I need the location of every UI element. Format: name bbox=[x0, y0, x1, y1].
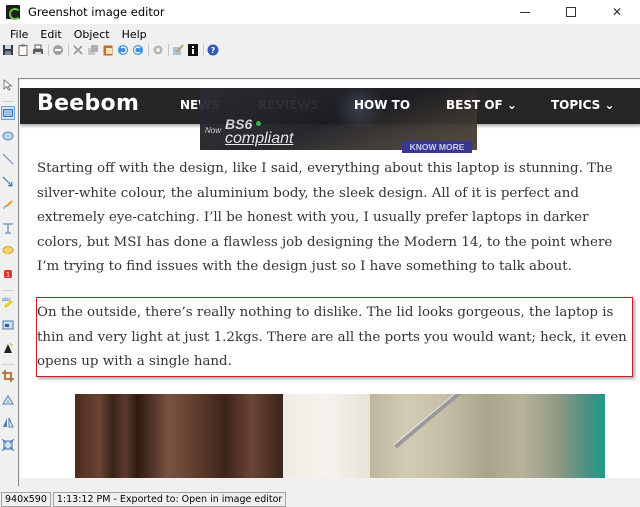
nav-how-to: HOW TO bbox=[354, 98, 411, 112]
redo-icon[interactable] bbox=[132, 44, 144, 56]
menu-edit[interactable]: Edit bbox=[34, 28, 67, 41]
greenshot-logo-icon bbox=[6, 5, 21, 20]
photo-wooden-door bbox=[75, 394, 283, 478]
toolbar-separator bbox=[48, 44, 49, 56]
toolbar-separator bbox=[148, 44, 149, 56]
menu-object[interactable]: Object bbox=[68, 28, 116, 41]
ad-now-text: Now bbox=[205, 126, 222, 135]
greenshot-window: Greenshot image editor ✕ File Edit Objec… bbox=[0, 0, 640, 507]
help-icon[interactable]: ? bbox=[207, 44, 219, 56]
image-canvas[interactable]: Beebom NEWS REVIEWS Now BS6 compliant KN… bbox=[20, 80, 640, 478]
cursor-icon[interactable] bbox=[2, 79, 14, 91]
counter-icon[interactable]: 1 bbox=[2, 268, 14, 280]
line-icon[interactable] bbox=[2, 153, 14, 165]
canvas-bottom-gutter bbox=[20, 478, 640, 486]
menu-bar: File Edit Object Help bbox=[0, 26, 153, 42]
site-nav-overlay: HOW TO BEST OF ⌄ TOPICS ⌄ bbox=[20, 88, 640, 124]
minimize-icon bbox=[520, 11, 530, 13]
maximize-icon bbox=[566, 7, 576, 17]
tool-separator bbox=[2, 101, 14, 102]
status-message: 1:13:12 PM - Exported to: Open in image … bbox=[52, 491, 287, 507]
red-rectangle-annotation[interactable] bbox=[36, 297, 633, 377]
tool-separator bbox=[2, 364, 14, 365]
ad-subline: compliant bbox=[225, 130, 294, 147]
highlight-icon[interactable]: abc bbox=[2, 296, 14, 309]
title-bar: Greenshot image editor ✕ bbox=[0, 0, 640, 24]
text-icon[interactable] bbox=[2, 222, 14, 234]
rotate-icon[interactable] bbox=[2, 393, 14, 405]
main-toolbar: ? bbox=[0, 42, 222, 58]
maximize-button[interactable] bbox=[548, 0, 594, 24]
drawing-tools: 1 abc bbox=[0, 76, 16, 459]
image-dimensions: 940x590 bbox=[1, 491, 51, 507]
clipboard-icon[interactable] bbox=[17, 44, 29, 56]
ad-know-more-button: KNOW MORE bbox=[402, 141, 472, 153]
obfuscate-icon[interactable] bbox=[2, 319, 14, 331]
print-icon[interactable] bbox=[32, 44, 44, 56]
info-icon[interactable] bbox=[187, 44, 199, 56]
crop-icon[interactable] bbox=[2, 370, 14, 382]
effects-icon[interactable] bbox=[2, 342, 14, 354]
delete-icon[interactable] bbox=[52, 44, 64, 56]
arrow-icon[interactable] bbox=[2, 176, 14, 188]
resize-icon[interactable] bbox=[1, 438, 15, 452]
speech-bubble-icon[interactable] bbox=[2, 245, 14, 257]
close-icon: ✕ bbox=[611, 5, 623, 19]
nav-best-of: BEST OF ⌄ bbox=[446, 98, 517, 112]
close-button[interactable]: ✕ bbox=[594, 0, 640, 24]
settings-icon[interactable] bbox=[152, 44, 164, 56]
cut-icon[interactable] bbox=[72, 44, 84, 56]
freehand-icon[interactable] bbox=[2, 199, 14, 211]
menu-file[interactable]: File bbox=[4, 28, 34, 41]
undo-icon[interactable] bbox=[117, 44, 129, 56]
toolbar-separator bbox=[203, 44, 204, 56]
menu-help[interactable]: Help bbox=[116, 28, 153, 41]
nav-topics: TOPICS ⌄ bbox=[551, 98, 615, 112]
svg-text:1: 1 bbox=[6, 272, 10, 279]
svg-text:?: ? bbox=[211, 46, 216, 55]
ellipse-icon[interactable] bbox=[2, 130, 14, 142]
flip-icon[interactable] bbox=[2, 416, 14, 428]
toolbar-separator bbox=[68, 44, 69, 56]
save-icon[interactable] bbox=[2, 44, 14, 56]
toolbar-separator bbox=[168, 44, 169, 56]
tool-separator bbox=[2, 290, 14, 291]
paint-icon[interactable] bbox=[172, 44, 184, 56]
minimize-button[interactable] bbox=[502, 0, 548, 24]
canvas-viewport[interactable]: Beebom NEWS REVIEWS Now BS6 compliant KN… bbox=[18, 78, 640, 486]
status-bar: 940x590 1:13:12 PM - Exported to: Open i… bbox=[0, 491, 640, 507]
copy-icon[interactable] bbox=[87, 44, 99, 56]
article-photo bbox=[75, 394, 605, 478]
rectangle-icon[interactable] bbox=[1, 106, 15, 120]
article-paragraph-1: Starting off with the design, like I sai… bbox=[37, 161, 613, 274]
paste-icon[interactable] bbox=[102, 44, 114, 56]
window-controls: ✕ bbox=[502, 0, 640, 24]
photo-wall bbox=[283, 394, 370, 478]
window-title: Greenshot image editor bbox=[28, 5, 165, 19]
